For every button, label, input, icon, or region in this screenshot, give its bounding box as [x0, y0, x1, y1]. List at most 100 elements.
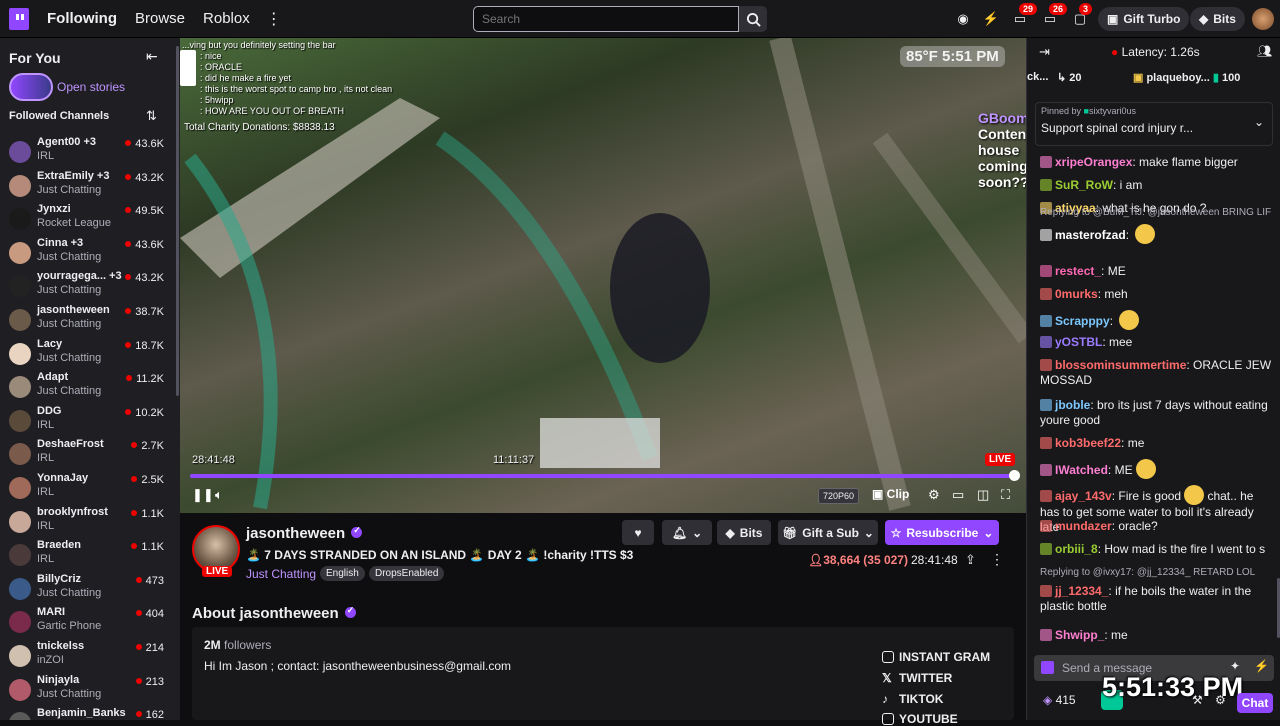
sidebar-channel[interactable]: jasontheween Just Chatting 38.7K	[0, 304, 176, 338]
nav-browse[interactable]: Browse	[135, 10, 185, 27]
more-actions-icon[interactable]: ⋮	[990, 551, 1004, 568]
theatre-mode-icon[interactable]: ▭	[952, 487, 964, 503]
search-input[interactable]	[473, 6, 739, 32]
notifications-icon[interactable]: ▭ 29	[1011, 3, 1038, 28]
chat-username[interactable]: jboble	[1055, 398, 1090, 412]
chat-username[interactable]: kob3beef22	[1055, 436, 1121, 450]
tag-dropsenabled[interactable]: DropsEnabled	[369, 566, 445, 581]
bits-cheer-button[interactable]: ◆ Bits	[717, 520, 771, 545]
sidebar-channel[interactable]: yourragega... +3 Just Chatting 43.2K	[0, 270, 176, 304]
prime-crown-icon[interactable]: ◉	[954, 10, 972, 28]
reply-context[interactable]: Replying to @ivxy17: @jj_12334_ RETARD L…	[1040, 567, 1255, 578]
chat-message[interactable]: restect_: ME	[1040, 264, 1276, 279]
sidebar-channel[interactable]: brooklynfrost IRL 1.1K	[0, 506, 176, 540]
chat-username[interactable]: yOSTBL	[1055, 335, 1102, 349]
twitch-logo-icon[interactable]	[9, 7, 29, 30]
chat-username[interactable]: mundazer	[1055, 519, 1112, 533]
chat-username[interactable]: masterofzad	[1055, 228, 1126, 242]
chat-username[interactable]: ajay_143v	[1055, 489, 1112, 503]
channel-points[interactable]: ◈ 415	[1043, 693, 1076, 707]
notification-bell-button[interactable]: 🔔︎ ⌄	[662, 520, 712, 545]
sidebar-channel[interactable]: Adapt Just Chatting 11.2K	[0, 371, 176, 405]
fullscreen-icon[interactable]: ⛶	[1001, 487, 1010, 503]
sidebar-channel[interactable]: Lacy Just Chatting 18.7K	[0, 338, 176, 372]
social-youtube[interactable]: YOUTUBE	[882, 712, 958, 726]
chat-username[interactable]: orbiii_8	[1055, 542, 1098, 556]
chat-message[interactable]: jj_12334_: if he boils the water in the …	[1040, 584, 1276, 614]
chat-message[interactable]: kob3beef22: me	[1040, 436, 1276, 451]
chat-message[interactable]: Shwipp_: me	[1040, 628, 1276, 643]
clip-button[interactable]: ▣ Clip	[872, 487, 909, 501]
pause-icon[interactable]: ❚❚	[192, 487, 214, 503]
open-stories-link[interactable]: Open stories	[57, 80, 125, 94]
chat-username[interactable]: IWatched	[1055, 463, 1108, 477]
inbox-icon[interactable]: ▢ 3	[1071, 3, 1093, 28]
sidebar-toggle-icon[interactable]: ◫	[977, 487, 989, 503]
social-twitter[interactable]: 𝕏 TWITTER	[882, 671, 952, 685]
chat-message[interactable]: xripeOrangex: make flame bigger	[1040, 155, 1276, 170]
chat-message[interactable]: masterofzad:	[1040, 224, 1276, 244]
translate-icon[interactable]: ⚡	[982, 10, 1000, 28]
streamer-name[interactable]: jasontheween	[246, 525, 363, 542]
sidebar-channel[interactable]: tnickelss inZOI 214	[0, 640, 176, 674]
collapse-sidebar-icon[interactable]: ⇤	[146, 48, 158, 65]
party-icon[interactable]: ✦	[1230, 659, 1240, 673]
sidebar-channel[interactable]: Agent00 +3 IRL 43.6K	[0, 136, 176, 170]
chat-message[interactable]: jboble: bro its just 7 days without eati…	[1040, 398, 1276, 428]
sidebar-channel[interactable]: YonnaJay IRL 2.5K	[0, 472, 176, 506]
sidebar-channel[interactable]: Cinna +3 Just Chatting 43.6K	[0, 237, 176, 271]
chat-message[interactable]: blossominsummertime: ORACLE JEW MOSSAD	[1040, 358, 1276, 388]
chat-send-button[interactable]: Chat	[1237, 693, 1273, 713]
bits-button[interactable]: ◆ Bits	[1190, 7, 1245, 31]
leaderboard-stack[interactable]: ↳ 20	[1057, 71, 1082, 84]
sidebar-scrollbar[interactable]	[176, 46, 179, 396]
gift-turbo-button[interactable]: ▣ Gift Turbo	[1098, 7, 1190, 31]
chat-username[interactable]: xripeOrangex	[1055, 155, 1132, 169]
user-avatar[interactable]	[1252, 8, 1274, 30]
chat-username[interactable]: blossominsummertime	[1055, 358, 1186, 372]
chat-username[interactable]: restect_	[1055, 264, 1101, 278]
chat-message[interactable]: SuR_RoW: i am	[1040, 178, 1276, 193]
sidebar-channel[interactable]: Braeden IRL 1.1K	[0, 539, 176, 573]
collapse-chat-icon[interactable]: ⇥	[1039, 44, 1050, 60]
gift-sub-button[interactable]: 🎁︎ Gift a Sub ⌄	[778, 520, 878, 545]
sidebar-channel[interactable]: Benjamin_Banks 162	[0, 707, 176, 720]
chat-username[interactable]: Shwipp_	[1055, 628, 1104, 642]
emote-picker-icon[interactable]: ⚡	[1254, 659, 1269, 673]
chat-message[interactable]: yOSTBL: mee	[1040, 335, 1276, 350]
sidebar-channel[interactable]: ExtraEmily +3 Just Chatting 43.2K	[0, 170, 176, 204]
resubscribe-button[interactable]: ☆ Resubscribe ⌄	[885, 520, 999, 545]
whispers-icon[interactable]: ▭ 26	[1041, 3, 1068, 28]
chat-message[interactable]: mundazer: oracle?	[1040, 519, 1276, 534]
sidebar-channel[interactable]: DeshaeFrost IRL 2.7K	[0, 438, 176, 472]
nav-roblox[interactable]: Roblox	[203, 10, 250, 27]
sidebar-channel[interactable]: MARI Gartic Phone 404	[0, 606, 176, 640]
chat-message[interactable]: Scrapppy:	[1040, 310, 1276, 330]
sort-icon[interactable]: ⇅	[146, 108, 157, 124]
progress-bar[interactable]	[190, 474, 1014, 478]
nav-following[interactable]: Following	[47, 10, 117, 27]
follow-heart-button[interactable]: ♥	[622, 520, 654, 545]
leaderboard-top-gifter[interactable]: ▣ plaqueboy... ▮ 100	[1133, 71, 1240, 84]
volume-icon[interactable]: 🔈︎	[215, 487, 223, 503]
chat-username[interactable]: jj_12334_	[1055, 584, 1108, 598]
more-options-icon[interactable]: ⋮	[266, 9, 282, 29]
stream-category[interactable]: Just Chatting	[246, 567, 316, 581]
search-button[interactable]	[739, 6, 767, 32]
pinned-message[interactable]: Pinned by ■sixtyvari0us Support spinal c…	[1035, 102, 1273, 146]
social-instagram[interactable]: INSTANT GRAM	[882, 650, 990, 664]
settings-icon[interactable]: ⚙	[928, 487, 940, 503]
chat-message[interactable]: 0murks: meh	[1040, 287, 1276, 302]
chat-message[interactable]: orbiii_8: How mad is the fire I went to …	[1040, 542, 1276, 557]
tag-english[interactable]: English	[320, 566, 365, 581]
stories-avatars[interactable]	[9, 73, 53, 101]
chat-username[interactable]: 0murks	[1055, 287, 1098, 301]
share-icon[interactable]: ⇪	[965, 552, 976, 568]
sidebar-channel[interactable]: DDG IRL 10.2K	[0, 405, 176, 439]
sidebar-channel[interactable]: BillyCriz Just Chatting 473	[0, 573, 176, 607]
reply-context[interactable]: Replying to @BuM_TiJ: @jasontheween BRIN…	[1040, 207, 1271, 218]
chat-username[interactable]: Scrapppy	[1055, 314, 1110, 328]
chat-username[interactable]: SuR_RoW	[1055, 178, 1113, 192]
chat-message[interactable]: IWatched: ME	[1040, 459, 1276, 479]
video-player[interactable]: ...ving but you definitely setting the b…	[180, 38, 1026, 513]
